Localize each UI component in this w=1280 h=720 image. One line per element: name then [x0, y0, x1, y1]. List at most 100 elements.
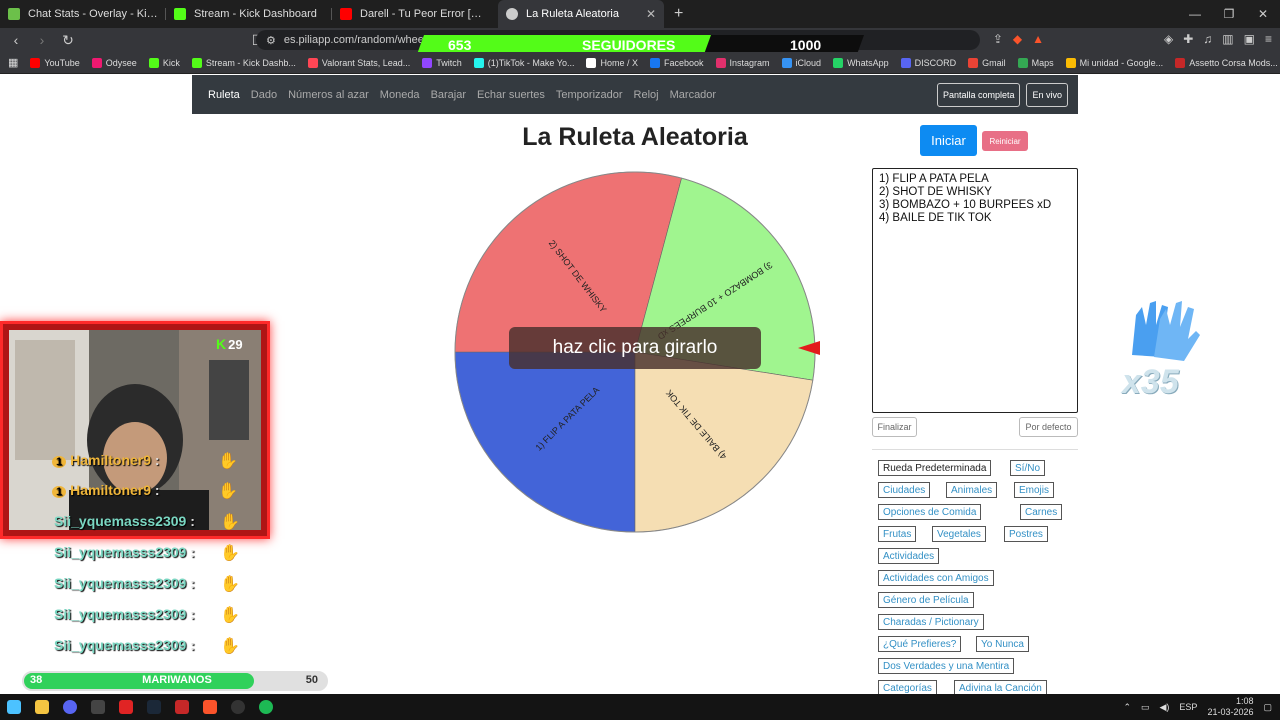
wheel-segment [634, 351, 814, 533]
extension-icon[interactable]: ◈ [1164, 32, 1173, 46]
preset-button[interactable]: Yo Nunca [976, 636, 1029, 652]
bookmark-item[interactable]: Valorant Stats, Lead... [307, 57, 410, 68]
obs-icon[interactable] [231, 700, 245, 714]
live-button[interactable]: En vivo [1026, 83, 1068, 107]
bookmark-item[interactable]: Instagram [715, 57, 770, 68]
menu-icon[interactable]: ≡ [1265, 32, 1272, 46]
volume-icon[interactable]: ◀) [1160, 702, 1170, 713]
bookmark-label: Maps [1031, 57, 1054, 68]
clock[interactable]: 1:08 21-03-2026 [1207, 696, 1253, 718]
network-icon[interactable]: ▭ [1141, 702, 1150, 713]
nav-link[interactable]: Reloj [634, 89, 659, 101]
bookmark-item[interactable]: DISCORD [900, 57, 956, 68]
steam-icon[interactable] [147, 700, 161, 714]
preset-button[interactable]: Opciones de Comida [878, 504, 982, 520]
spotify-icon[interactable] [259, 700, 273, 714]
puzzle-icon[interactable]: ✚ [1183, 32, 1193, 46]
bookmark-item[interactable]: WhatsApp [833, 57, 889, 68]
tab-youtube-video[interactable]: Darell - Tu Peor Error [Official Video] [332, 0, 498, 28]
nav-link[interactable]: Marcador [670, 89, 716, 101]
default-button[interactable]: Por defecto [1019, 417, 1078, 437]
preset-button[interactable]: Dos Verdades y una Mentira [878, 658, 1015, 674]
tab-chat-stats[interactable]: Chat Stats - Overlay - KickTools [0, 0, 166, 28]
preset-button[interactable]: Frutas [878, 526, 917, 542]
nav-link[interactable]: Dado [251, 89, 277, 101]
nav-link[interactable]: Números al azar [288, 89, 369, 101]
nav-link[interactable]: Barajar [431, 89, 466, 101]
wallet-icon[interactable]: ▣ [1244, 32, 1255, 46]
apps-icon[interactable]: ▦ [8, 56, 18, 69]
windows-start-icon[interactable] [7, 700, 21, 714]
glove-count: x35 [1122, 363, 1179, 401]
chevron-up-icon[interactable]: ⌃ [1123, 702, 1131, 713]
nav-link[interactable]: Moneda [380, 89, 420, 101]
brave-rewards-icon[interactable]: ▲ [1032, 32, 1044, 46]
preset-button[interactable]: Emojis [1014, 482, 1055, 498]
scrollbar[interactable] [1070, 171, 1076, 407]
spin-hint[interactable]: haz clic para girarlo [509, 327, 761, 369]
file-explorer-icon[interactable] [35, 700, 49, 714]
close-tab-icon[interactable]: ✕ [646, 7, 656, 21]
preset-button[interactable]: Vegetales [932, 526, 986, 542]
nav-link[interactable]: Temporizador [556, 89, 623, 101]
bookmark-item[interactable]: Stream - Kick Dashb... [191, 57, 296, 68]
bookmark-item[interactable]: Assetto Corsa Mods... [1175, 57, 1278, 68]
preset-button[interactable]: Charadas / Pictionary [878, 614, 984, 630]
preset-button[interactable]: Actividades [878, 548, 940, 564]
preset-button[interactable]: Rueda Predeterminada [878, 460, 992, 476]
bookmark-item[interactable]: Maps [1017, 57, 1054, 68]
restore-icon[interactable]: ❐ [1212, 7, 1246, 21]
media-icon[interactable]: ♫ [1203, 32, 1212, 46]
bookmark-item[interactable]: Odysee [91, 57, 137, 68]
reset-button[interactable]: Reiniciar [982, 131, 1028, 151]
bookmark-item[interactable]: iCloud [781, 57, 821, 68]
bookmark-item[interactable]: Mi unidad - Google... [1065, 57, 1163, 68]
reload-icon[interactable]: ↻ [58, 32, 78, 49]
start-button[interactable]: Iniciar [920, 125, 977, 156]
preset-button[interactable]: Animales [946, 482, 998, 498]
windows-taskbar: ⌃ ▭ ◀) ESP 1:08 21-03-2026 ▢ [0, 694, 1280, 720]
entries-textarea[interactable]: 1) FLIP A PATA PELA 2) SHOT DE WHISKY 3) B… [872, 168, 1078, 413]
back-icon[interactable]: ‹ [6, 32, 26, 48]
glove-icon [1122, 295, 1202, 365]
bookmark-item[interactable]: Twitch [422, 57, 462, 68]
close-window-icon[interactable]: ✕ [1246, 7, 1280, 21]
minimize-icon[interactable]: — [1178, 7, 1212, 21]
tab-ruleta[interactable]: La Ruleta Aleatoria ✕ [498, 0, 664, 28]
site-settings-icon[interactable]: ⚙ [266, 34, 276, 47]
bookmark-item[interactable]: Kick [148, 57, 180, 68]
bookmark-item[interactable]: Home / X [586, 57, 638, 68]
preset-button[interactable]: Postres [1004, 526, 1048, 542]
language-indicator[interactable]: ESP [1179, 702, 1197, 712]
tab-kick-dashboard[interactable]: Stream - Kick Dashboard [166, 0, 332, 28]
preset-button[interactable]: Ciudades [878, 482, 931, 498]
bookmark-item[interactable]: Gmail [968, 57, 1006, 68]
new-tab-button[interactable]: + [664, 5, 693, 23]
glove-emote-icon: ✋ [218, 483, 238, 500]
nav-link[interactable]: Ruleta [208, 89, 240, 101]
game-icon[interactable] [175, 700, 189, 714]
notification-icon[interactable]: ▢ [1263, 702, 1272, 713]
bookmark-item[interactable]: Facebook [649, 57, 704, 68]
preset-button[interactable]: Actividades con Amigos [878, 570, 994, 586]
entry-line: 3) BOMBAZO + 10 BURPEES xD [879, 199, 1052, 211]
preset-button[interactable]: Género de Película [878, 592, 974, 608]
preset-button[interactable]: Sí/No [1010, 460, 1046, 476]
bookmark-icon [715, 57, 726, 68]
bookmark-item[interactable]: (1)TikTok - Make Yo... [473, 57, 574, 68]
nav-link[interactable]: Echar suertes [477, 89, 545, 101]
share-icon[interactable]: ⇪ [993, 32, 1003, 46]
bookmark-item[interactable]: YouTube [30, 57, 80, 68]
fullscreen-button[interactable]: Pantalla completa [936, 83, 1021, 107]
forward-icon[interactable]: › [32, 32, 52, 48]
finish-button[interactable]: Finalizar [872, 417, 917, 437]
preset-button[interactable]: Carnes [1020, 504, 1063, 520]
app-icon[interactable] [119, 700, 133, 714]
epic-games-icon[interactable] [91, 700, 105, 714]
preset-button[interactable]: ¿Qué Prefieres? [878, 636, 962, 652]
bookmark-label: Home / X [600, 57, 638, 68]
discord-icon[interactable] [63, 700, 77, 714]
brave-icon[interactable] [203, 700, 217, 714]
brave-shield-icon[interactable]: ◆ [1013, 32, 1022, 46]
sidebar-icon[interactable]: ▥ [1222, 32, 1233, 46]
